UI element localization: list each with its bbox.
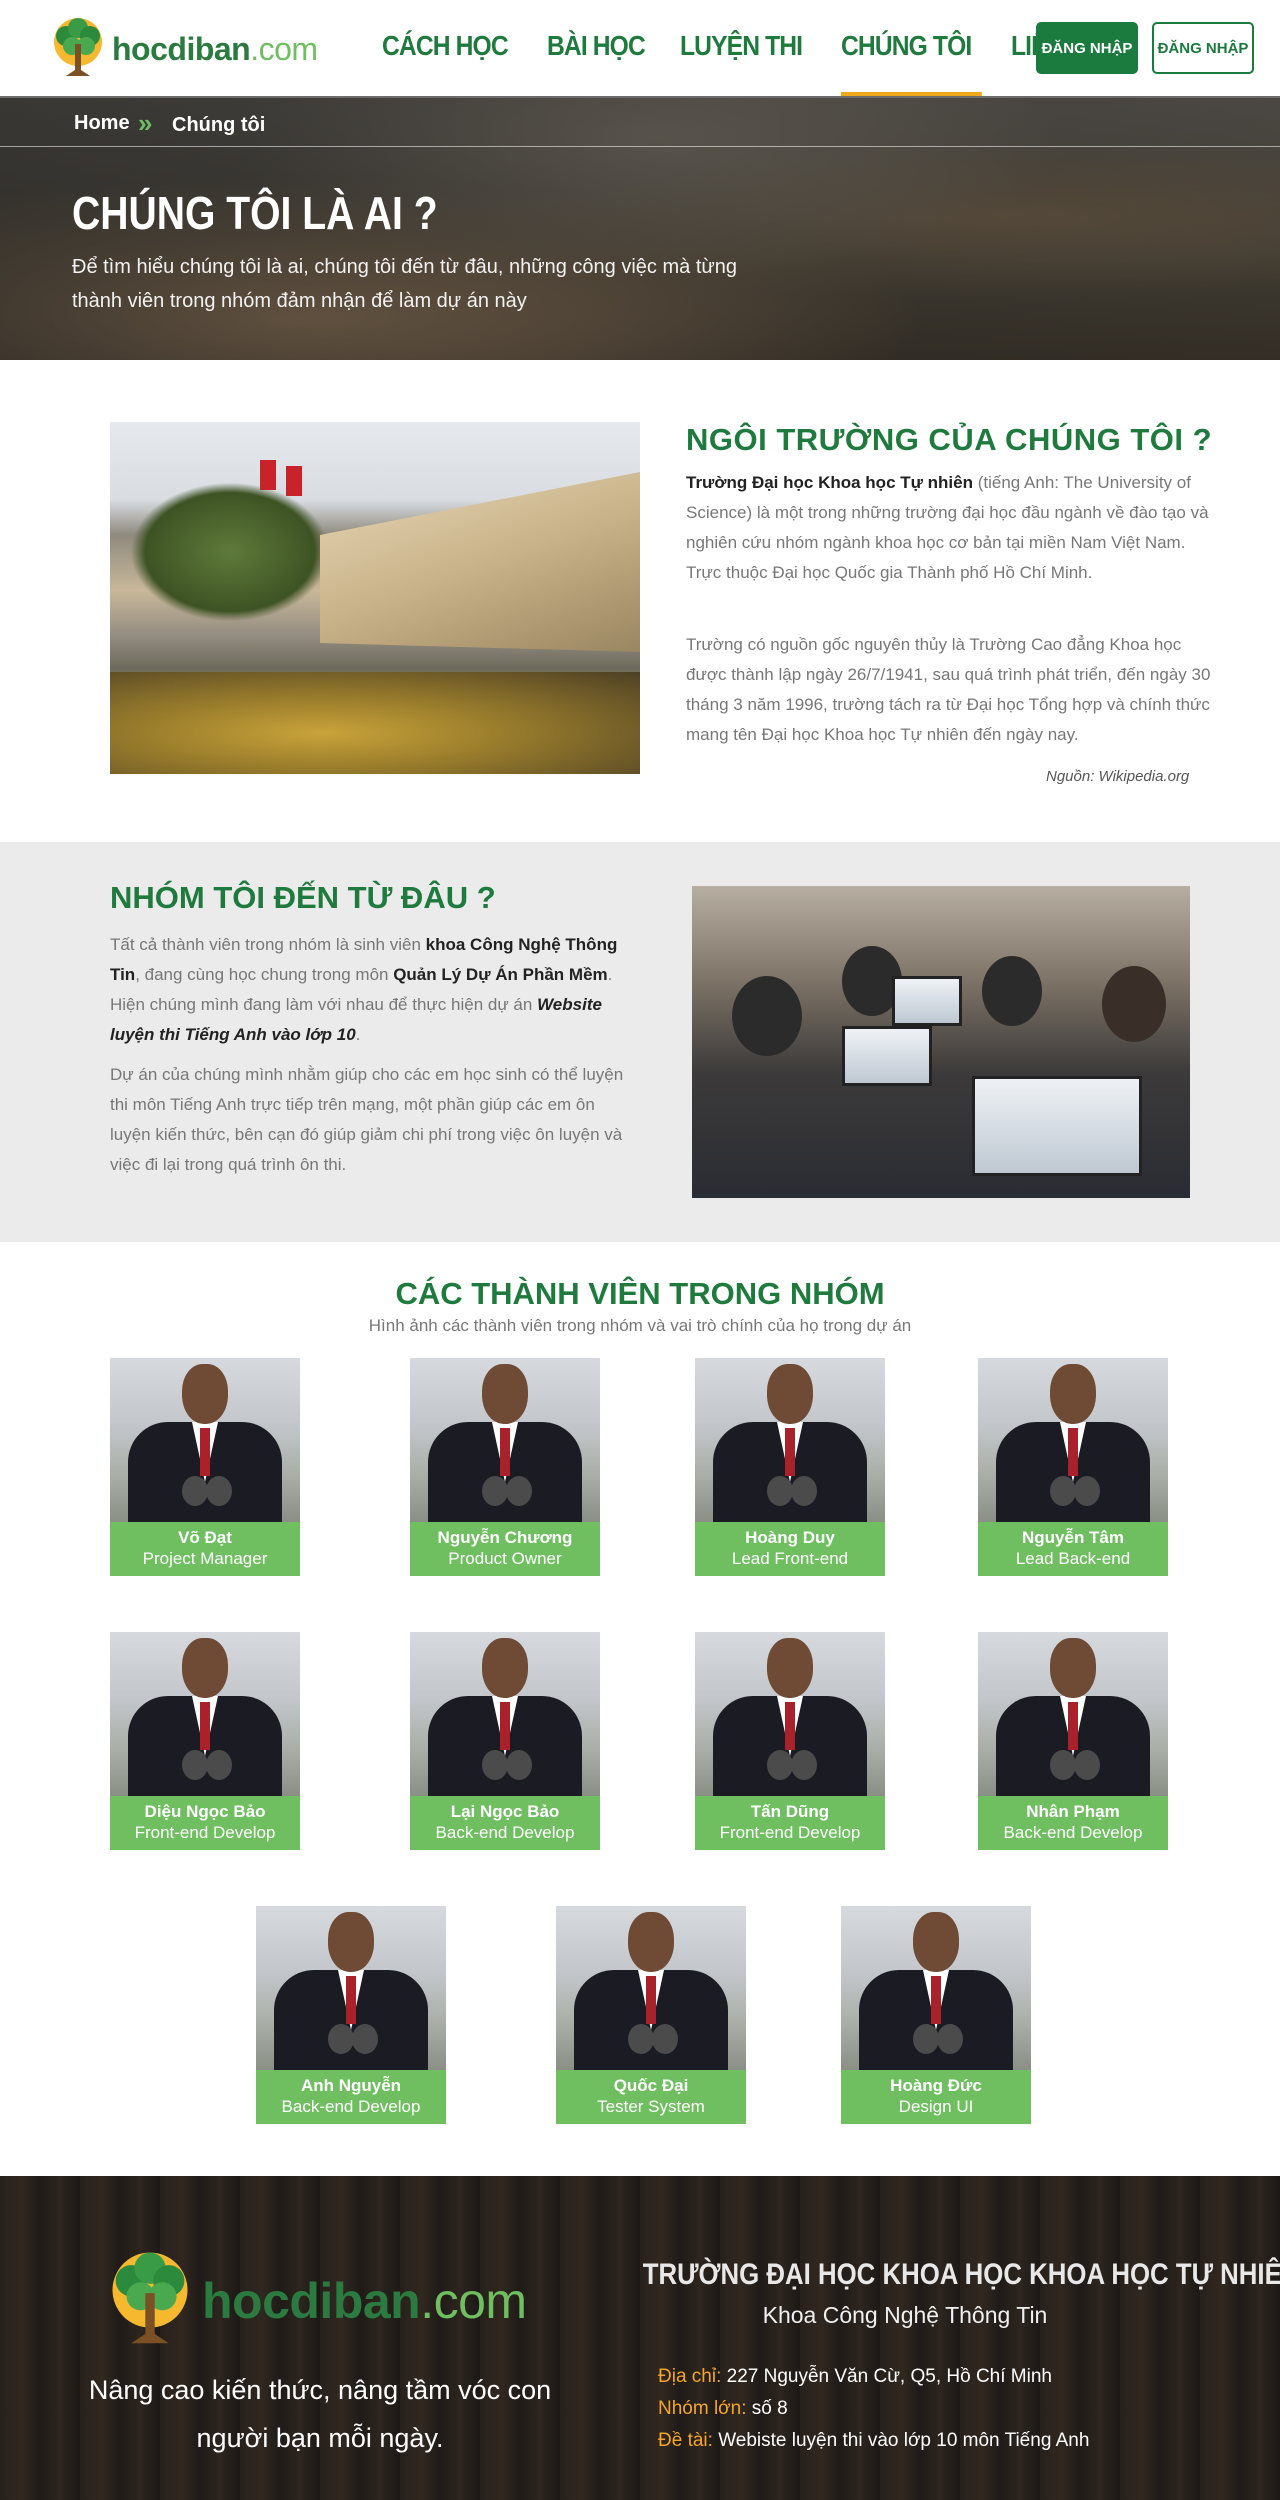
member-photo (978, 1632, 1168, 1796)
member-name: Lại Ngọc Bảo (450, 1802, 560, 1821)
member-role: Lead Back-end (1015, 1549, 1131, 1568)
footer-group: Nhóm lớn: số 8 (658, 2398, 788, 2419)
member-label: Diệu Ngọc Bảo Front-end Develop (110, 1796, 300, 1850)
member-label: Lại Ngọc Bảo Back-end Develop (410, 1796, 600, 1850)
member-card[interactable]: Võ Đạt Project Manager (110, 1358, 300, 1576)
member-role: Back-end Develop (1003, 1823, 1143, 1842)
member-label: Hoàng Đức Design UI (841, 2070, 1031, 2124)
member-role: Lead Front-end (731, 1549, 849, 1568)
member-photo (110, 1358, 300, 1522)
site-footer: hocdiban.com Nâng cao kiến thức, nâng tầ… (0, 2176, 1280, 2500)
school-photo (110, 422, 640, 774)
member-role: Project Manager (142, 1549, 268, 1568)
member-label: Nguyễn Tâm Lead Back-end (978, 1522, 1168, 1576)
member-card[interactable]: Tấn Dũng Front-end Develop (695, 1632, 885, 1850)
footer-slogan: Nâng cao kiến thức, nâng tầm vóc con ngư… (88, 2375, 552, 2453)
school-section: NGÔI TRƯỜNG CỦA CHÚNG TÔI ? Trường Đại h… (0, 360, 1280, 842)
member-photo (978, 1358, 1168, 1522)
member-photo (410, 1632, 600, 1796)
member-label: Quốc Đại Tester System (556, 2070, 746, 2124)
member-name: Nguyễn Chương (437, 1528, 573, 1547)
member-label: Anh Nguyễn Back-end Develop (256, 2070, 446, 2124)
member-name: Diệu Ngọc Bảo (144, 1802, 266, 1821)
breadcrumb-current: Chúng tôi (172, 114, 266, 136)
member-role: Back-end Develop (281, 2097, 421, 2116)
breadcrumb-chevron-icon: » (138, 108, 153, 138)
nav-bai-hoc[interactable]: BÀI HỌC (547, 30, 646, 96)
member-role: Front-end Develop (719, 1823, 861, 1842)
school-paragraph-1: Trường Đại học Khoa học Tự nhiên (tiếng … (686, 473, 1209, 582)
member-label: Võ Đạt Project Manager (110, 1522, 300, 1576)
footer-logo[interactable]: hocdiban.com (100, 2246, 527, 2356)
footer-faculty: Khoa Công Nghệ Thông Tin (762, 2302, 1048, 2328)
member-photo (256, 1906, 446, 2070)
nav-chung-toi[interactable]: CHÚNG TÔI (840, 30, 982, 96)
member-photo (695, 1632, 885, 1796)
site-logo[interactable]: hocdiban.com (46, 14, 318, 84)
member-name: Võ Đạt (178, 1528, 232, 1547)
footer-address: Địa chỉ: 227 Nguyễn Văn Cừ, Q5, Hồ Chí M… (658, 2366, 1052, 2387)
origin-section: NHÓM TÔI ĐẾN TỪ ĐÂU ? Tất cả thành viên … (0, 842, 1280, 1242)
member-card[interactable]: Lại Ngọc Bảo Back-end Develop (410, 1632, 600, 1850)
nav-cach-hoc[interactable]: CÁCH HỌC (382, 30, 509, 96)
member-name: Tấn Dũng (750, 1802, 830, 1821)
school-heading: NGÔI TRƯỜNG CỦA CHÚNG TÔI ? (686, 422, 1213, 457)
member-card[interactable]: Anh Nguyễn Back-end Develop (256, 1906, 446, 2124)
member-photo (841, 1906, 1031, 2070)
member-card[interactable]: Hoàng Duy Lead Front-end (695, 1358, 885, 1576)
member-role: Front-end Develop (134, 1823, 276, 1842)
school-paragraph-2: Trường có nguồn gốc nguyên thủy là Trườn… (686, 635, 1211, 744)
member-card[interactable]: Diệu Ngọc Bảo Front-end Develop (110, 1632, 300, 1850)
origin-paragraph-2: Dự án của chúng mình nhằm giúp cho các e… (110, 1065, 624, 1174)
breadcrumb-home-link[interactable]: Home (74, 112, 130, 135)
team-photo (692, 886, 1190, 1198)
breadcrumb-divider (0, 146, 1280, 147)
member-label: Nguyễn Chương Product Owner (410, 1522, 600, 1576)
tree-logo-icon (112, 2252, 188, 2344)
footer-topic: Đề tài: Webiste luyện thi vào lớp 10 môn… (658, 2430, 1090, 2451)
member-role: Tester System (597, 2097, 705, 2116)
member-role: Design UI (898, 2097, 974, 2116)
member-name: Nguyễn Tâm (1021, 1528, 1125, 1547)
member-role: Product Owner (448, 1549, 562, 1568)
member-label: Hoàng Duy Lead Front-end (695, 1522, 885, 1576)
members-section: CÁC THÀNH VIÊN TRONG NHÓM Hình ảnh các t… (0, 1242, 1280, 2176)
member-name: Anh Nguyễn (300, 2076, 402, 2095)
nav-luyen-thi[interactable]: LUYỆN THI (680, 30, 803, 96)
member-label: Nhân Phạm Back-end Develop (978, 1796, 1168, 1850)
origin-heading: NHÓM TÔI ĐẾN TỪ ĐÂU ? (110, 880, 496, 915)
member-name: Hoàng Duy (745, 1528, 835, 1547)
register-button[interactable]: ĐĂNG NHẬP (1036, 22, 1138, 74)
member-role: Back-end Develop (435, 1823, 575, 1842)
source-credit: Nguồn: Wikipedia.org (1046, 768, 1190, 785)
page-title: CHÚNG TÔI LÀ AI ? (72, 187, 438, 239)
member-name: Nhân Phạm (1026, 1802, 1120, 1821)
main-nav: CÁCH HỌC BÀI HỌC LUYỆN THI CHÚNG TÔI LIÊ… (382, 30, 1136, 96)
origin-paragraph-1: Tất cả thành viên trong nhóm là sinh viê… (110, 935, 618, 1044)
member-photo (410, 1358, 600, 1522)
member-card[interactable]: Nhân Phạm Back-end Develop (978, 1632, 1168, 1850)
member-card[interactable]: Nguyễn Chương Product Owner (410, 1358, 600, 1576)
member-name: Quốc Đại (613, 2076, 689, 2095)
member-card[interactable]: Quốc Đại Tester System (556, 1906, 746, 2124)
member-photo (695, 1358, 885, 1522)
member-card[interactable]: Nguyễn Tâm Lead Back-end (978, 1358, 1168, 1576)
member-photo (556, 1906, 746, 2070)
members-heading: CÁC THÀNH VIÊN TRONG NHÓM (395, 1276, 885, 1311)
tree-logo-icon (54, 18, 102, 76)
page-description: Để tìm hiểu chúng tôi là ai, chúng tôi đ… (72, 256, 738, 312)
member-card[interactable]: Hoàng Đức Design UI (841, 1906, 1031, 2124)
footer-wordmark: hocdiban.com (202, 2273, 527, 2329)
login-button[interactable]: ĐĂNG NHẬP (1152, 22, 1254, 74)
member-name: Hoàng Đức (890, 2076, 982, 2095)
member-label: Tấn Dũng Front-end Develop (695, 1796, 885, 1850)
member-photo (110, 1632, 300, 1796)
logo-wordmark: hocdiban.com (112, 30, 318, 67)
footer-school-name: TRƯỜNG ĐẠI HỌC KHOA HỌC KHOA HỌC TỰ NHIÊ… (642, 2258, 1280, 2291)
site-header: hocdiban.com CÁCH HỌC BÀI HỌC LUYỆN THI … (0, 0, 1280, 98)
hero-banner: Home » Chúng tôi CHÚNG TÔI LÀ AI ? Để tì… (0, 98, 1280, 360)
members-subtitle: Hình ảnh các thành viên trong nhóm và va… (368, 1316, 912, 1335)
